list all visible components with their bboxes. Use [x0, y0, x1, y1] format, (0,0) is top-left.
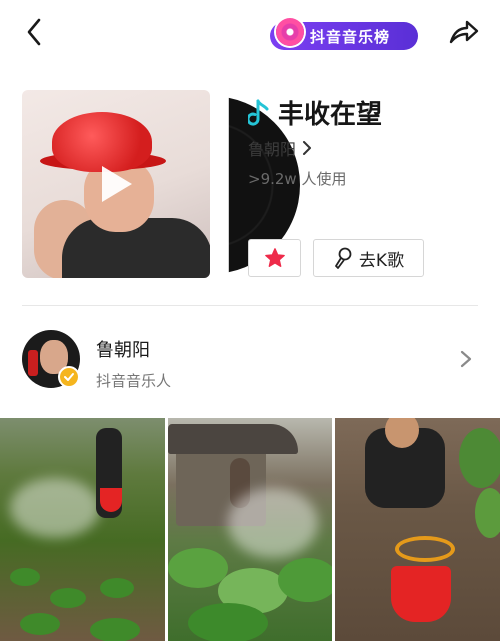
- music-chart-label: 抖音音乐榜: [310, 27, 391, 46]
- karaoke-label: 去K歌: [358, 250, 405, 271]
- verified-check-icon: [58, 366, 80, 388]
- share-arrow-icon: [449, 20, 479, 44]
- album-art[interactable]: [22, 90, 300, 280]
- vinyl-disc-icon: [276, 18, 304, 46]
- artist-card-name: 鲁朝阳: [96, 340, 150, 361]
- usage-count: >9.2w 人使用: [248, 170, 347, 188]
- video-thumbnail[interactable]: [335, 418, 500, 641]
- video-thumbnail[interactable]: [0, 418, 165, 641]
- song-title-row: 丰收在望: [248, 94, 382, 131]
- music-note-icon: [248, 99, 269, 126]
- artist-link[interactable]: 鲁朝阳: [248, 136, 312, 160]
- chevron-left-icon: [27, 18, 41, 46]
- music-chart-badge[interactable]: 抖音音乐榜: [270, 18, 418, 50]
- back-button[interactable]: [18, 14, 50, 50]
- video-thumbnail[interactable]: [167, 418, 333, 641]
- top-bar: 抖音音乐榜: [0, 0, 500, 64]
- divider: [22, 305, 478, 306]
- artist-profile-row[interactable]: 鲁朝阳 抖音音乐人: [0, 318, 500, 402]
- share-button[interactable]: [444, 14, 484, 50]
- karaoke-button[interactable]: 去K歌: [313, 239, 424, 277]
- song-title: 丰收在望: [278, 100, 383, 130]
- artist-name: 鲁朝阳: [248, 140, 297, 159]
- favorite-button[interactable]: [248, 239, 301, 277]
- chevron-right-icon: [460, 350, 472, 368]
- star-icon: [264, 248, 285, 267]
- video-grid: [0, 418, 500, 641]
- chevron-right-icon: [303, 141, 312, 155]
- artist-card-role: 抖音音乐人: [96, 372, 172, 390]
- microphone-icon: [335, 247, 352, 269]
- play-icon[interactable]: [102, 166, 132, 202]
